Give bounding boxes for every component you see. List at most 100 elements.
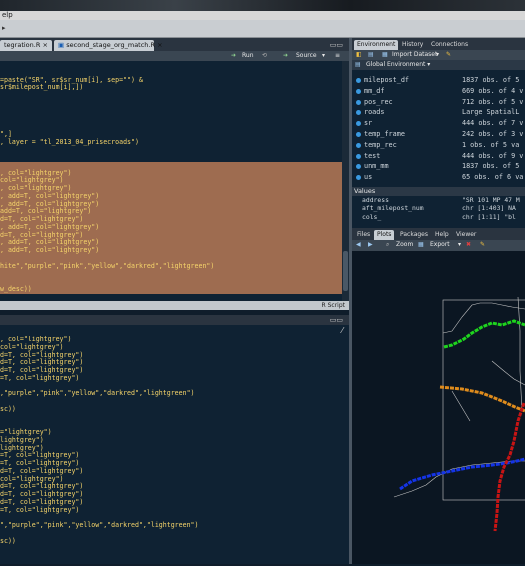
zoom-icon[interactable]: ⌕ <box>386 241 389 249</box>
console-line: sc)) <box>0 404 16 413</box>
object-name: mm_df <box>364 86 385 95</box>
file-type-label[interactable]: R Script <box>322 301 345 310</box>
code-line[interactable] <box>0 61 342 69</box>
menu-bar: elp <box>0 11 525 20</box>
route-map-plot <box>393 296 525 532</box>
env-object-row[interactable]: test 444 obs. of 9 v <box>352 151 525 162</box>
tab-packages[interactable]: Packages <box>397 230 431 240</box>
clear-console-icon[interactable]: ⁄ <box>342 326 343 335</box>
toolbar-arrow-icon[interactable]: ▸ <box>2 24 6 32</box>
expand-icon[interactable] <box>356 99 361 105</box>
import-dataset-button[interactable]: Import Dataset <box>392 51 437 59</box>
export-dropdown-icon[interactable]: ▾ <box>458 241 461 249</box>
tab-history[interactable]: History <box>399 40 426 50</box>
code-area[interactable]: =paste("SR", sr$sr_num[i], sep="") & sr$m… <box>0 61 342 301</box>
env-object-row[interactable]: pos_rec 712 obs. of 5 v <box>352 97 525 108</box>
maximize-pane-icon[interactable]: ▭▭ <box>330 41 343 49</box>
code-line[interactable] <box>0 115 342 123</box>
remove-plot-icon[interactable]: ✖ <box>466 241 471 249</box>
expand-icon[interactable] <box>356 88 361 94</box>
code-line[interactable]: , add=T, col="lightgrey") <box>0 246 342 255</box>
value-name: aft_milepost_num <box>362 204 424 213</box>
object-value: 1837 obs. of 5 <box>462 76 520 84</box>
rerun-icon[interactable]: ⟲ <box>262 52 267 60</box>
expand-icon[interactable] <box>356 164 361 170</box>
menu-help[interactable]: elp <box>2 11 13 19</box>
code-line[interactable] <box>0 294 342 302</box>
forward-arrow-icon[interactable]: ▶ <box>368 241 373 249</box>
editor-menu-icon[interactable]: ≡ <box>335 52 340 60</box>
expand-icon[interactable] <box>356 153 361 159</box>
zoom-button[interactable]: Zoom <box>396 241 413 249</box>
tab-help[interactable]: Help <box>432 230 452 240</box>
export-icon[interactable]: ▦ <box>418 241 424 249</box>
editor-toolbar: ➜ Run ⟲ ➜ Source ▾ ≡ <box>0 51 349 61</box>
env-object-row[interactable]: us 65 obs. of 6 va <box>352 172 525 183</box>
source-dropdown-icon[interactable]: ▾ <box>322 52 325 60</box>
tab-files[interactable]: Files <box>354 230 373 240</box>
console-line: =T, col="lightgrey") <box>0 373 80 382</box>
code-line[interactable] <box>0 154 342 162</box>
code-line[interactable]: , layer = "tl_2013_04_prisecroads") <box>0 138 342 147</box>
env-object-row[interactable]: mm_df 669 obs. of 4 v <box>352 86 525 97</box>
import-dropdown-icon[interactable]: ▾ <box>436 51 439 59</box>
editor-scrollbar[interactable] <box>342 61 349 301</box>
back-arrow-icon[interactable]: ◀ <box>356 241 361 249</box>
tab-second-stage[interactable]: ▣ second_stage_org_match.R × <box>54 40 163 51</box>
env-object-row[interactable]: sr 444 obs. of 7 v <box>352 118 525 129</box>
code-line[interactable] <box>0 108 342 116</box>
editor-status-bar: R Script <box>0 301 349 310</box>
value-row[interactable]: aft_milepost_num chr [1:403] NA <box>352 204 525 212</box>
code-line[interactable]: w_desc)) <box>0 285 342 294</box>
open-icon[interactable]: ◧ <box>356 51 362 59</box>
env-object-row[interactable]: milepost_df 1837 obs. of 5 <box>352 75 525 86</box>
code-line[interactable]: sr$milepost_num[i],]) <box>0 83 342 92</box>
value-row[interactable]: cols_ chr [1:11] "bl <box>352 213 525 221</box>
tab-plots[interactable]: Plots <box>374 230 395 240</box>
run-arrow-icon[interactable]: ➜ <box>231 52 236 60</box>
env-object-row[interactable]: roads Large SpatialL <box>352 107 525 118</box>
env-toolbar: ◧ ▤ ▦ Import Dataset ▾ ✎ <box>352 50 525 60</box>
expand-icon[interactable] <box>356 121 361 127</box>
console-line: lightgrey") <box>0 435 44 444</box>
tab-environment[interactable]: Environment <box>354 40 399 50</box>
code-line[interactable] <box>0 100 342 108</box>
expand-icon[interactable] <box>356 142 361 148</box>
broom-icon[interactable]: ✎ <box>446 51 451 59</box>
env-object-row[interactable]: unm_mm 1837 obs. of 5 <box>352 161 525 172</box>
table-icon[interactable]: ▦ <box>382 51 388 59</box>
global-environment-select[interactable]: ▤ Global Environment ▾ <box>352 60 525 70</box>
tab-viewer[interactable]: Viewer <box>453 230 479 240</box>
console-line: sc)) <box>0 536 16 545</box>
code-line[interactable]: hite","purple","pink","yellow","darkred"… <box>0 262 342 271</box>
env-object-row[interactable]: temp_frame 242 obs. of 3 v <box>352 129 525 140</box>
expand-icon[interactable] <box>356 175 361 181</box>
console-output[interactable]: , col="lightgrey") col="lightgrey") d=T, c… <box>0 336 349 564</box>
clear-plots-icon[interactable]: ✎ <box>480 241 485 249</box>
road-grey-line <box>517 296 523 412</box>
code-line[interactable] <box>0 92 342 100</box>
tab-connections[interactable]: Connections <box>428 40 471 50</box>
env-object-row[interactable]: temp_rec 1 obs. of 5 va <box>352 140 525 151</box>
code-line[interactable] <box>0 123 342 131</box>
expand-icon[interactable] <box>356 131 361 137</box>
code-line[interactable] <box>0 278 342 286</box>
values-header: Values <box>352 187 525 196</box>
files-plots-pane: Files Plots Packages Help Viewer ◀ ▶ ⌕ Z… <box>352 228 525 564</box>
object-value: 669 obs. of 4 v <box>462 86 524 95</box>
maximize-console-icon[interactable]: ▭▭ <box>330 316 343 324</box>
source-arrow-icon[interactable]: ➜ <box>283 52 288 60</box>
console-line: =T, col="lightgrey") <box>0 505 80 514</box>
expand-icon[interactable] <box>356 78 361 83</box>
code-line[interactable] <box>0 146 342 154</box>
tab-integration[interactable]: tegration.R × <box>0 40 52 51</box>
export-button[interactable]: Export <box>430 241 450 249</box>
value-name: address <box>362 196 389 204</box>
run-button[interactable]: Run <box>242 52 254 60</box>
code-line[interactable] <box>0 270 342 278</box>
source-button[interactable]: Source <box>296 52 317 60</box>
expand-icon[interactable] <box>356 110 361 116</box>
value-row[interactable]: address "SR 101 MP 47 M <box>352 196 525 204</box>
editor-scroll-thumb[interactable] <box>343 251 348 291</box>
save-icon[interactable]: ▤ <box>368 51 374 59</box>
